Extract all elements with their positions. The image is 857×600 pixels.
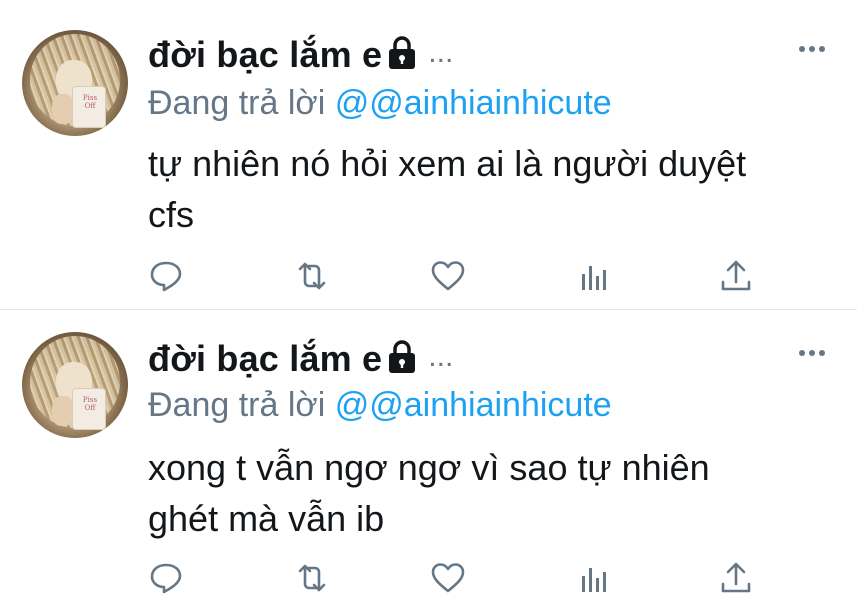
tweet-actions [148, 560, 768, 596]
display-name[interactable]: đời bạc lắm e [148, 34, 382, 76]
tweet-actions [148, 258, 768, 294]
lock-icon [388, 339, 416, 375]
reply-icon [150, 261, 182, 292]
reply-handle-link[interactable]: @@ainhiainhicute [335, 84, 612, 122]
tweet-header: đời bạc lắm e ... [148, 338, 453, 380]
reply-button[interactable] [148, 560, 184, 596]
tweet-header: đời bạc lắm e ... [148, 34, 453, 76]
reply-icon [150, 563, 182, 594]
like-icon [431, 261, 465, 291]
reply-prefix: Đang trả lời [148, 386, 326, 424]
analytics-icon [582, 266, 606, 290]
handle-ellipsis: ... [428, 340, 454, 373]
reply-handle-link[interactable]: @@ainhiainhicute [335, 386, 612, 424]
share-button[interactable] [718, 258, 754, 294]
more-icon[interactable] [797, 348, 827, 358]
tweet-body: xong t vẫn ngơ ngơ vì sao tự nhiên ghét … [148, 442, 838, 544]
retweet-icon [298, 262, 326, 290]
more-icon[interactable] [797, 44, 827, 54]
reply-button[interactable] [148, 258, 184, 294]
reply-context: Đang trả lời @@ainhiainhicute [148, 84, 612, 123]
tweet-body-line: tự nhiên nó hỏi xem ai là người duyệt [148, 143, 747, 184]
tweet-body-line: xong t vẫn ngơ ngơ vì sao tự nhiên [148, 447, 710, 488]
tweet-body-line: ghét mà vẫn ib [148, 498, 385, 539]
like-icon [431, 563, 465, 593]
tweet-body-line: cfs [148, 194, 195, 235]
tweet-2[interactable]: Piss Off đời bạc lắm e ... Đang trả lời … [0, 310, 857, 600]
avatar-mug-text: Piss Off [82, 94, 98, 110]
avatar-mug-text: Piss Off [82, 396, 98, 412]
avatar[interactable]: Piss Off [22, 332, 128, 438]
retweet-button[interactable] [294, 560, 330, 596]
like-button[interactable] [430, 258, 466, 294]
analytics-button[interactable] [576, 560, 612, 596]
share-icon [721, 260, 751, 291]
tweet-1[interactable]: Piss Off đời bạc lắm e ... Đang trả lời … [0, 0, 857, 310]
avatar-hand [52, 396, 74, 426]
analytics-button[interactable] [576, 258, 612, 294]
analytics-icon [582, 568, 606, 592]
avatar[interactable]: Piss Off [22, 30, 128, 136]
tweet-body: tự nhiên nó hỏi xem ai là người duyệt cf… [148, 138, 838, 240]
share-icon [721, 562, 751, 593]
lock-icon [388, 35, 416, 71]
reply-prefix: Đang trả lời [148, 84, 326, 122]
display-name[interactable]: đời bạc lắm e [148, 338, 382, 380]
retweet-button[interactable] [294, 258, 330, 294]
like-button[interactable] [430, 560, 466, 596]
retweet-icon [298, 564, 326, 592]
share-button[interactable] [718, 560, 754, 596]
handle-ellipsis: ... [428, 36, 454, 69]
avatar-hand [52, 94, 74, 124]
reply-context: Đang trả lời @@ainhiainhicute [148, 386, 612, 425]
